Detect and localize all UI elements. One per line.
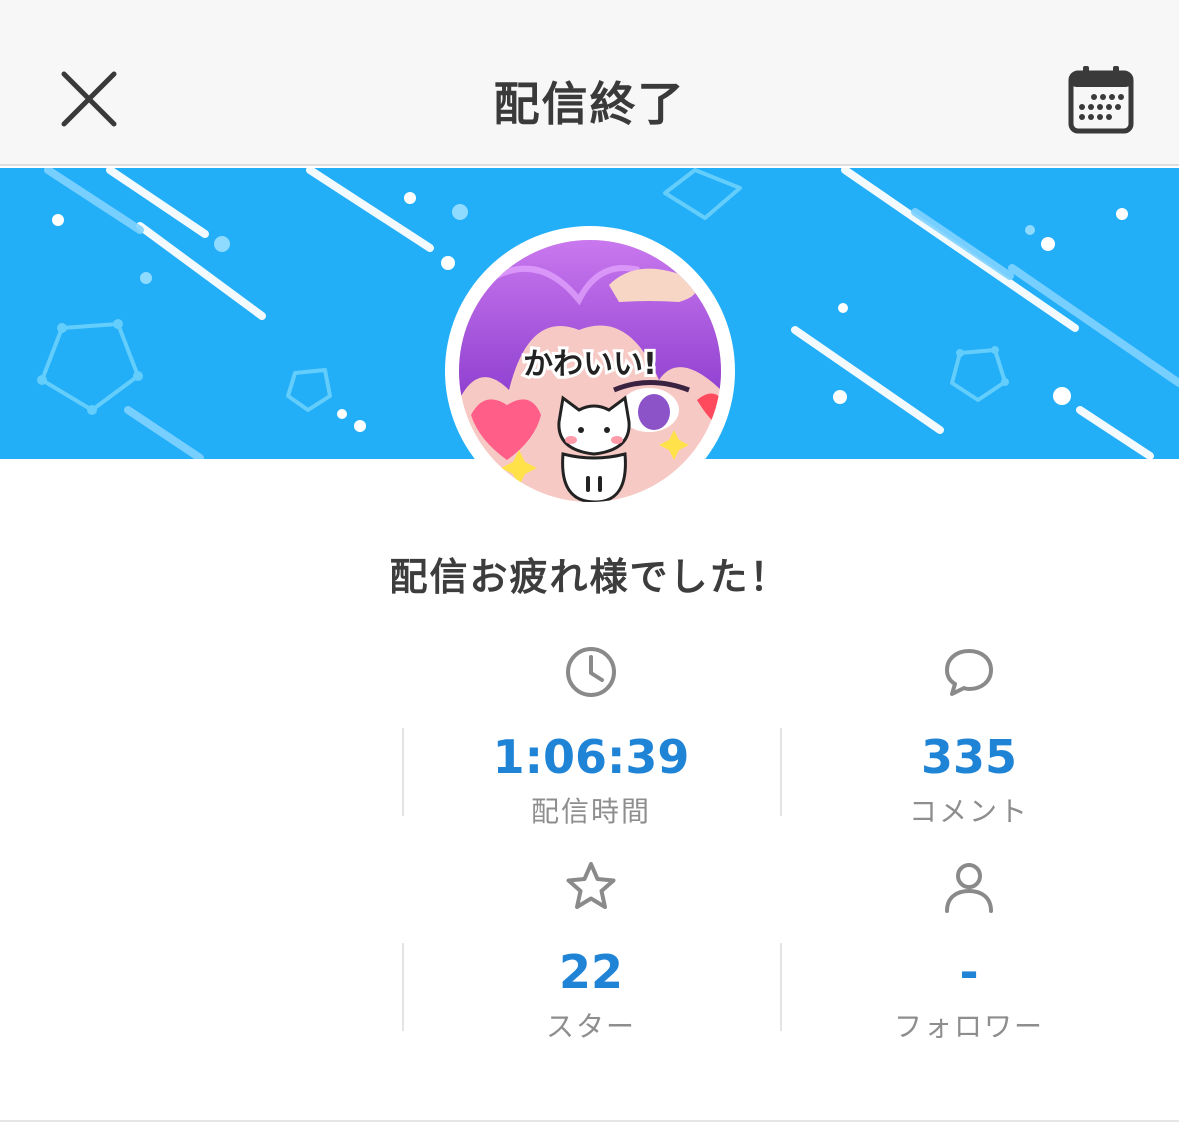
stat-comments-value: 335 <box>920 730 1018 784</box>
stat-comments-label: コメント <box>908 795 1029 828</box>
comment-bubble-icon <box>945 649 993 696</box>
svg-text:かわいい!: かわいい! <box>523 347 657 382</box>
page-title: 配信終了 <box>493 77 686 131</box>
avatar-frame[interactable]: かわいい! <box>445 226 735 516</box>
star-icon <box>566 862 616 909</box>
stat-duration: 1:06:39 配信時間 <box>402 642 780 842</box>
stat-followers-value: - <box>959 945 979 999</box>
calendar-icon <box>1068 66 1134 134</box>
user-icon <box>945 863 993 913</box>
stat-followers: - フォロワー <box>780 857 1158 1057</box>
calendar-button[interactable] <box>1060 58 1142 140</box>
stat-stars-value: 22 <box>558 945 623 999</box>
stat-duration-value: 1:06:39 <box>492 730 690 784</box>
stat-stars: 22 スター <box>402 857 780 1057</box>
stat-comments: 335 コメント <box>780 642 1158 842</box>
stat-followers-label: フォロワー <box>893 1010 1044 1043</box>
stat-stars-label: スター <box>545 1010 636 1043</box>
thanks-message: 配信お疲れ様でした！ <box>389 555 790 599</box>
avatar-illustration: かわいい! <box>459 240 721 502</box>
stat-duration-label: 配信時間 <box>530 795 651 828</box>
bottom-divider <box>0 1120 1179 1122</box>
avatar: かわいい! <box>459 240 721 502</box>
clock-icon <box>566 647 616 697</box>
header-bar: 配信終了 <box>0 0 1179 166</box>
